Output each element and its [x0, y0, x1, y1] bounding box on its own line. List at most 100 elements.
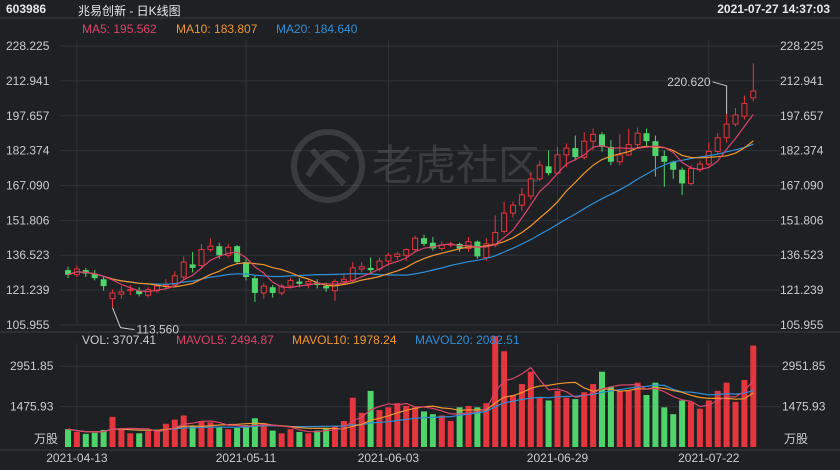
volume-axis-label-left: 万股 [34, 432, 58, 446]
volume-bar [162, 423, 169, 447]
volume-bar [723, 382, 730, 447]
price-axis-label-right: 182.374 [780, 144, 824, 158]
candle-body-up [536, 164, 543, 180]
date-tick-label: 2021-07-22 [678, 451, 740, 465]
candle-body-down [643, 133, 650, 142]
price-axis-label-right: 228.225 [780, 39, 824, 53]
candle-body-up [127, 289, 134, 292]
candle-body-up [732, 114, 739, 125]
volume-bar [340, 421, 347, 447]
candle-body-down [367, 267, 374, 271]
watermark-mark [305, 147, 351, 187]
volume-bar [198, 421, 205, 447]
volume-bar [118, 429, 125, 447]
volume-bar [688, 401, 694, 447]
candle-body-up [634, 132, 641, 146]
mavol5-line [67, 366, 754, 433]
watermark-text: 老虎社区 [372, 141, 540, 190]
volume-bar [670, 414, 677, 447]
candle-body-up [723, 123, 730, 139]
volume-bar [634, 382, 641, 447]
volume-bar [225, 429, 232, 447]
candle-body-up [109, 292, 116, 300]
volume-bar [296, 431, 303, 447]
kline-chart-panel: 603986 兆易创新 - 日K线图 2021-07-27 14:37:03 2… [0, 0, 840, 470]
price-axis-label-left: 151.806 [6, 213, 50, 227]
candle-body-up [688, 168, 694, 184]
chart-canvas[interactable]: 228.225 228.225 212.941 212.941 197.657 197.6… [0, 0, 840, 470]
candle-body-up [412, 237, 419, 251]
price-axis-label-left: 121.239 [6, 283, 50, 297]
volume-bar [616, 390, 623, 447]
candle-body-up [394, 253, 401, 257]
volume-bar [447, 421, 454, 447]
volume-bar [314, 430, 321, 447]
price-axis-label-right: 151.806 [780, 213, 824, 227]
volume-bar [545, 400, 552, 447]
mavol20-legend: MAVOL20: 2082.51 [415, 333, 520, 347]
volume-bar [216, 426, 223, 447]
volume-bar [171, 419, 178, 447]
date-tick-label: 2021-04-13 [46, 451, 108, 465]
high-label: 220.620 [667, 75, 711, 89]
volume-bar [510, 395, 516, 447]
volume-bar [421, 411, 427, 447]
volume-bar [136, 433, 143, 447]
volume-bar [73, 431, 80, 447]
volume-bar [385, 407, 392, 447]
volume-bar [581, 392, 588, 447]
candle-body-down [679, 169, 686, 184]
price-axis-label-left: 212.941 [6, 74, 50, 88]
volume-bar [438, 415, 445, 447]
volume-bar [91, 432, 98, 447]
volume-bar [234, 427, 241, 447]
date-tick-label: 2021-06-03 [358, 451, 420, 465]
volume-bar [607, 386, 614, 447]
volume-axis-label-left: 1475.93 [10, 400, 54, 414]
volume-bar [65, 429, 71, 447]
volume-bar [696, 408, 703, 447]
volume-bar [127, 433, 134, 447]
volume-axis-label-left: 2951.85 [10, 359, 54, 373]
candle-body-down [323, 286, 330, 289]
volume-bar [145, 431, 152, 447]
volume-bar [554, 390, 561, 447]
volume-bar [527, 371, 534, 447]
ma20-legend: MA20: 184.640 [276, 22, 358, 36]
volume-bar [643, 395, 650, 447]
mavol10-legend: MAVOL10: 1978.24 [292, 333, 397, 347]
volume-bar [652, 382, 659, 447]
candle-body-down [251, 278, 258, 293]
volume-bar [394, 403, 401, 447]
price-axis-label-left: 182.374 [6, 144, 50, 158]
volume-bar [750, 345, 757, 447]
candle-body-down [652, 141, 659, 157]
price-axis-label-left: 197.657 [6, 109, 50, 123]
candle-body-up [358, 266, 365, 270]
candle-body-up [527, 178, 534, 197]
volume-bar [403, 405, 410, 447]
price-axis-label-right: 212.941 [780, 74, 824, 88]
volume-bar [572, 399, 579, 447]
volume-bar [563, 397, 570, 447]
volume-bar [109, 416, 116, 447]
volume-bar [625, 390, 632, 447]
candle-body-down [572, 148, 579, 158]
candle-body-down [421, 238, 427, 244]
candle-body-down [545, 166, 552, 174]
date-tick-label: 2021-06-29 [527, 451, 589, 465]
candle-body-down [100, 279, 107, 287]
candle-body-up [305, 281, 312, 285]
volume-bar [269, 430, 276, 447]
price-axis-label-right: 197.657 [780, 109, 824, 123]
volume-bar [154, 430, 160, 447]
high-pointer [712, 81, 728, 114]
candle-body-up [590, 133, 597, 142]
candle-body-up [385, 254, 392, 262]
candle-body-up [403, 249, 410, 256]
candle-body-up [180, 261, 187, 278]
ma10-legend: MA10: 183.807 [176, 22, 258, 36]
candle-body-down [296, 281, 303, 284]
low-pointer [112, 307, 135, 331]
mavol10-line [67, 381, 754, 433]
